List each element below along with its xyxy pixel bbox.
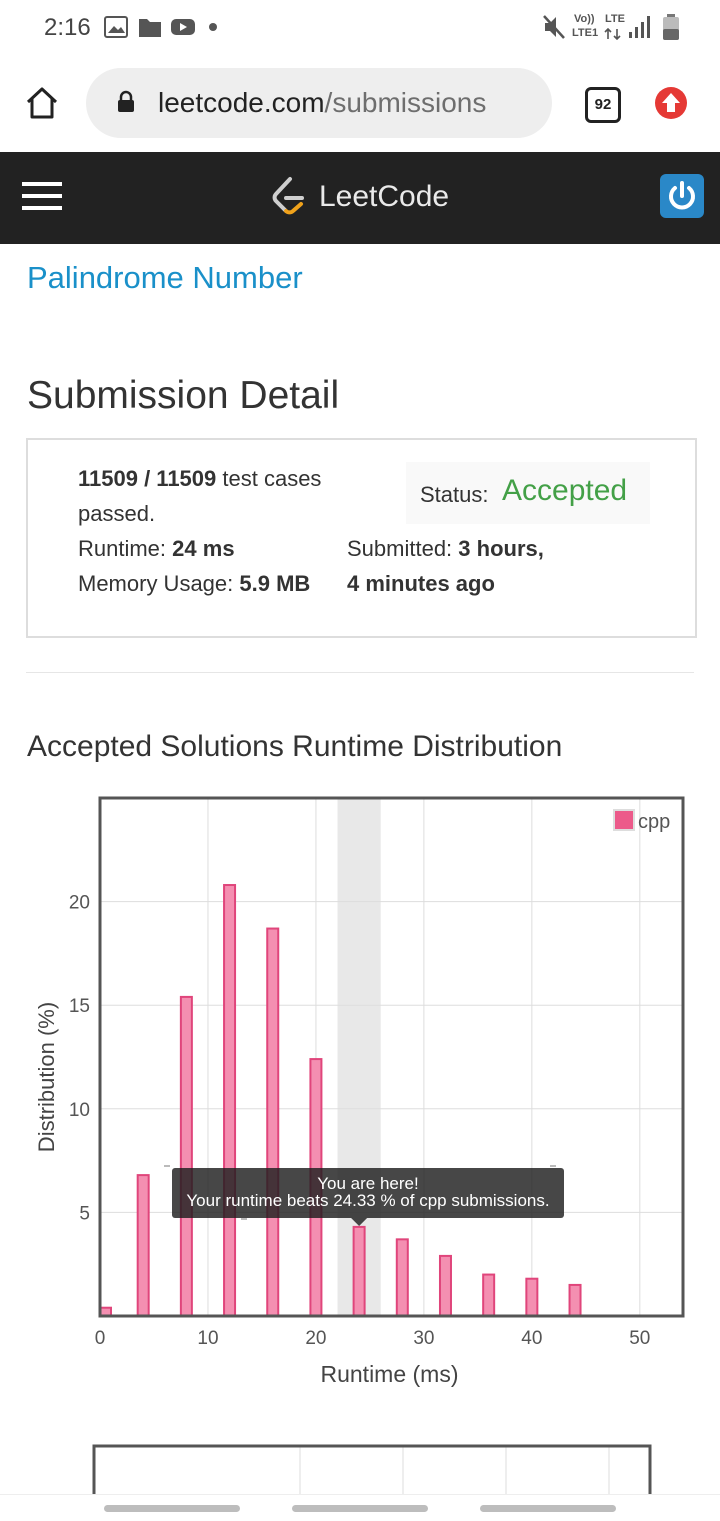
signal-text-1: Vo)) [574,13,595,25]
legend-label: cpp [638,811,670,833]
runtime-label: Runtime: [78,536,167,561]
bar [223,884,237,1318]
leetcode-logo-icon [272,177,304,215]
power-button[interactable] [660,174,704,218]
submission-heading: Submission Detail [27,374,340,417]
url-path: /submissions [324,87,487,118]
bar [395,1238,409,1317]
x-tick-label: 0 [95,1328,106,1349]
power-icon [669,181,695,210]
youtube-icon [171,19,195,35]
partial-chart-svg: 20 [92,1444,652,1500]
memory-distribution-chart: 20 [0,1440,720,1500]
tab-count: 92 [594,96,612,113]
bar [352,1225,366,1317]
runtime-distribution-chart: 0 10 20 30 40 50 5 10 15 20 cpp Runtime (ms) Distrib… [0,790,720,1410]
y-tick-label: 5 [79,1203,90,1224]
gesture-pill-right[interactable] [480,1505,616,1512]
plot-frame [92,1444,652,1500]
bar [179,995,193,1318]
y-tick-label: 15 [69,996,90,1017]
cases-label-1: test cases [222,466,322,491]
chart-svg: 0 10 20 30 40 50 5 10 15 20 cpp Runtime (ms) Distrib… [34,796,685,1387]
problem-title-link[interactable]: Palindrome Number [27,260,303,296]
x-tick-label: 20 [305,1328,326,1349]
bar [438,1254,452,1317]
gesture-pill-center[interactable] [292,1505,428,1512]
lock-icon [118,90,134,112]
submitted-line: Submitted: 3 hours, [347,536,544,562]
cases-value: 11509 / 11509 [78,466,217,491]
status-bar: 2:16 Vo)) LTE1 LTE [0,0,720,56]
cases-label-2: passed. [78,501,156,526]
signal-text-3: LTE [605,13,625,25]
site-navbar: LeetCode [0,152,720,244]
bar [525,1277,539,1318]
x-axis-label: Runtime (ms) [320,1361,458,1387]
memory-line: Memory Usage: 5.9 MB [78,571,310,597]
x-tick-label: 10 [197,1328,218,1349]
signal-icon [629,16,650,38]
y-tick-label: 10 [69,1100,90,1121]
tooltip-line-2: Your runtime beats 24.33 % of cpp submis… [186,1191,549,1210]
x-tick-label: 40 [521,1328,542,1349]
cases-line: 11509 / 11509 test cases [78,466,321,492]
mute-icon [543,15,565,39]
legend-swatch [613,809,635,831]
y-tick-label: 20 [69,893,90,914]
bar [136,1174,150,1317]
folder-icon [139,19,161,37]
bar [568,1283,582,1318]
signal-text-2: LTE1 [572,27,599,39]
update-arrow-icon[interactable] [654,86,688,120]
gallery-icon [104,16,128,38]
bar [482,1273,496,1317]
battery-icon [663,14,679,40]
memory-value: 5.9 MB [239,571,311,596]
memory-label: Memory Usage: [78,571,234,596]
distribution-heading: Accepted Solutions Runtime Distribution [27,730,563,763]
status-accepted: Accepted [502,474,628,507]
submitted-value-2: 4 minutes ago [347,571,495,596]
runtime-line: Runtime: 24 ms [78,536,235,562]
url-text: leetcode.com/submissions [158,87,486,119]
data-arrows-icon [604,28,621,40]
gesture-bar [0,1494,720,1521]
y-axis-label: Distribution (%) [34,1002,59,1152]
tab-count-button[interactable]: 92 [585,87,621,123]
browser-toolbar: leetcode.com/submissions 92 [0,56,720,152]
url-host: leetcode.com [158,87,325,118]
section-divider [26,672,694,673]
gesture-pill-left[interactable] [104,1505,240,1512]
status-label: Status: [420,482,489,507]
status-box: Status: Accepted [406,462,650,524]
status-time: 2:16 [44,14,91,41]
x-tick-label: 50 [629,1328,650,1349]
runtime-value: 24 ms [172,536,235,561]
brand-name: LeetCode [319,180,450,213]
dot-icon [209,23,217,31]
address-bar[interactable]: leetcode.com/submissions [86,68,552,138]
submitted-value-1: 3 hours, [458,536,544,561]
menu-icon[interactable] [22,182,62,212]
submission-detail-box: 11509 / 11509 test cases passed. Status:… [26,438,697,638]
home-icon[interactable] [24,86,60,120]
bar [266,927,280,1317]
submitted-label: Submitted: [347,536,453,561]
x-tick-label: 30 [413,1328,434,1349]
